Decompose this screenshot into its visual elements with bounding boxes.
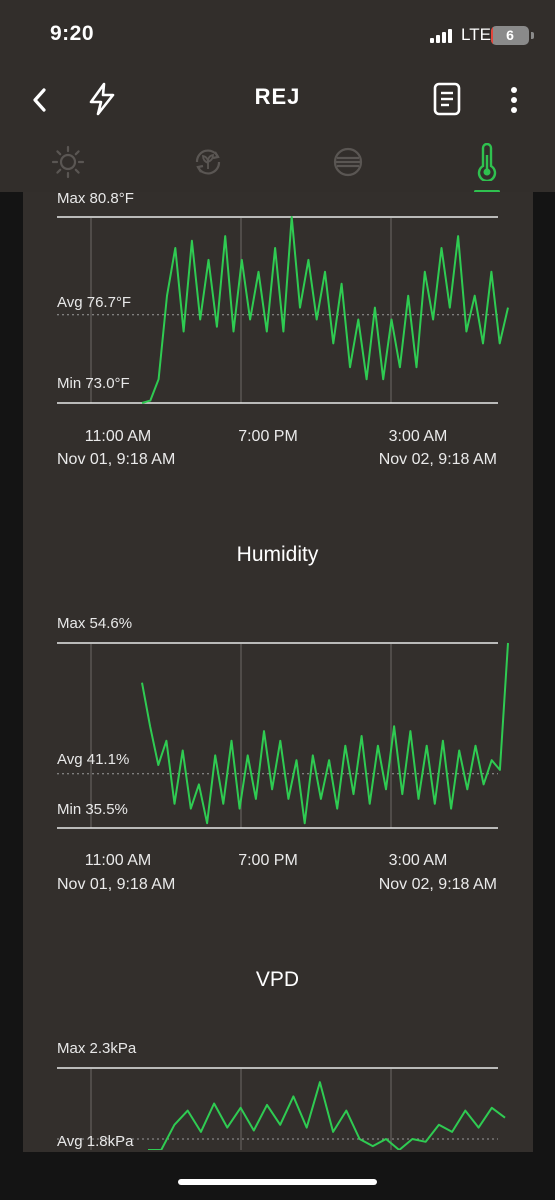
temperature-end-date: Nov 02, 9:18 AM	[378, 451, 497, 468]
humidity-max-label: Max 54.6%	[57, 615, 133, 632]
vpd-title: VPD	[255, 968, 300, 991]
temperature-time-tick: 11:00 AM	[84, 428, 152, 445]
vpd-max-label: Max 2.3kPa	[57, 1040, 137, 1057]
temperature-time-tick: 7:00 PM	[238, 428, 298, 445]
humidity-avg-label: Avg 41.1%	[57, 751, 130, 768]
temperature-time-tick: 3:00 AM	[388, 428, 448, 445]
humidity-min-label: Min 35.5%	[57, 801, 128, 818]
temperature-series-line	[141, 216, 509, 404]
home-indicator[interactable]	[178, 1179, 377, 1185]
humidity-series-line	[141, 642, 509, 825]
humidity-end-date: Nov 02, 9:18 AM	[378, 876, 497, 893]
temperature-max-label: Max 80.8°F	[57, 190, 134, 207]
vpd-series-line	[148, 1081, 506, 1150]
temperature-avg-label: Avg 76.7°F	[57, 294, 132, 311]
temperature-min-label: Min 73.0°F	[57, 375, 130, 392]
humidity-start-date: Nov 01, 9:18 AM	[57, 876, 176, 893]
humidity-time-tick: 7:00 PM	[238, 852, 298, 869]
vpd-avg-label: Avg 1.8kPa	[57, 1133, 134, 1150]
humidity-time-tick: 11:00 AM	[84, 852, 152, 869]
humidity-time-tick: 3:00 AM	[388, 852, 448, 869]
humidity-title: Humidity	[236, 543, 319, 566]
temperature-start-date: Nov 01, 9:18 AM	[57, 451, 176, 468]
